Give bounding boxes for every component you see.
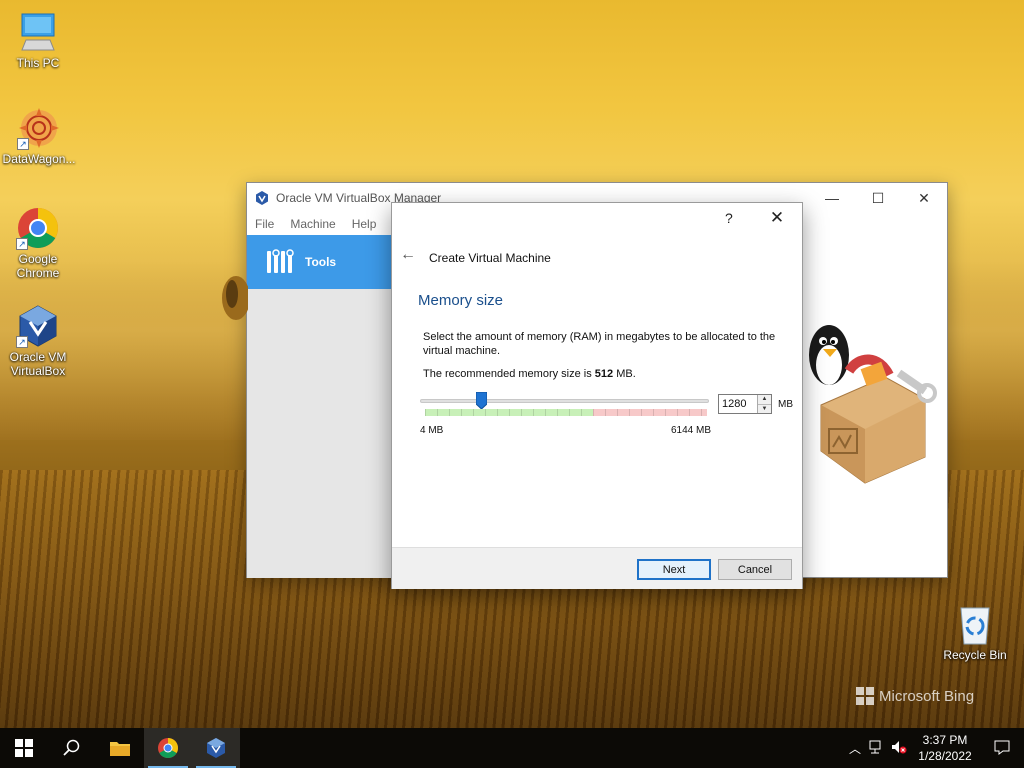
memory-input[interactable] <box>719 395 757 413</box>
network-icon[interactable] <box>866 740 888 757</box>
tools-icon <box>267 249 294 273</box>
minimize-icon[interactable]: — <box>809 183 855 213</box>
menu-help[interactable]: Help <box>352 217 377 231</box>
shortcut-arrow-icon: ↗ <box>16 336 28 348</box>
watermark-text: Microsoft Bing <box>879 687 975 705</box>
desktop-icon-recycle-bin[interactable]: Recycle Bin <box>937 602 1013 662</box>
windows-logo-icon <box>15 739 33 757</box>
desktop-icon-label: DataWagon... <box>2 152 76 166</box>
help-button[interactable]: ? <box>725 210 733 226</box>
spin-up-icon[interactable]: ▲ <box>758 395 771 404</box>
bing-logo-icon <box>856 687 874 705</box>
this-pc-icon <box>16 10 60 54</box>
bing-watermark: Microsoft Bing <box>856 687 974 705</box>
search-icon <box>63 739 80 756</box>
recycle-bin-icon <box>953 602 997 646</box>
slider-ticks <box>425 409 707 416</box>
taskbar-file-explorer[interactable] <box>96 728 144 768</box>
desktop-icon-this-pc[interactable]: This PC <box>0 10 76 70</box>
next-button[interactable]: Next <box>637 559 711 580</box>
clock-date: 1/28/2022 <box>918 749 972 763</box>
taskbar-clock[interactable]: 3:37 PM 1/28/2022 <box>910 732 980 764</box>
desktop-icon-label: Oracle VM VirtualBox <box>9 350 67 378</box>
desktop-icon-label: This PC <box>16 56 60 70</box>
taskbar-virtualbox[interactable] <box>192 728 240 768</box>
wallpaper-bird <box>222 276 248 320</box>
virtualbox-icon <box>207 738 225 758</box>
start-button[interactable] <box>0 728 48 768</box>
welcome-illustration <box>809 325 937 484</box>
folder-icon <box>110 742 130 756</box>
desktop-icon-label: Recycle Bin <box>943 648 1007 662</box>
chrome-icon <box>158 738 178 758</box>
shortcut-arrow-icon: ↗ <box>17 138 29 150</box>
spin-down-icon[interactable]: ▼ <box>758 403 771 413</box>
slider-track <box>420 399 709 403</box>
back-arrow-button[interactable]: ← <box>400 246 416 264</box>
desktop-icon-virtualbox[interactable]: ↗ Oracle VM VirtualBox <box>0 304 76 378</box>
sidebar-item-tools[interactable]: Tools <box>247 235 392 289</box>
virtualbox-icon: ↗ <box>16 304 60 348</box>
menu-file[interactable]: File <box>255 217 274 231</box>
page-description: Select the amount of memory (RAM) in meg… <box>423 331 776 357</box>
chrome-icon: ↗ <box>16 206 60 250</box>
desktop-icon-label: Google Chrome <box>16 252 60 280</box>
close-icon[interactable]: ✕ <box>901 183 947 213</box>
create-vm-dialog[interactable]: ? ✕ ← Create Virtual Machine Memory size… <box>391 202 803 589</box>
slider-max-label: 6144 MB <box>671 425 712 436</box>
cancel-button[interactable]: Cancel <box>718 559 792 580</box>
desktop-icon-datawagon[interactable]: ↗ DataWagon... <box>1 106 77 166</box>
machine-list-sidebar: Tools <box>247 235 392 578</box>
dialog-close-button[interactable]: ✕ <box>764 207 790 229</box>
memory-spinbox[interactable]: ▲ ▼ <box>718 394 772 414</box>
dialog-button-bar: Next Cancel <box>392 547 802 589</box>
slider-thumb[interactable] <box>476 392 488 409</box>
maximize-icon[interactable]: ☐ <box>855 183 901 213</box>
slider-min-label: 4 MB <box>420 425 444 436</box>
virtualbox-logo-icon <box>256 191 268 205</box>
volume-muted-icon[interactable] <box>888 740 910 757</box>
page-heading: Memory size <box>418 292 504 309</box>
chevron-up-icon[interactable]: ︿ <box>844 740 866 757</box>
taskbar: ︿ 3:37 PM 1/28/2022 <box>0 728 1024 768</box>
desktop-icon-google-chrome[interactable]: ↗ Google Chrome <box>0 206 76 280</box>
recommended-memory-value: 512 <box>594 368 614 380</box>
recommended-memory-text: The recommended memory size is 512 MB. <box>423 368 636 380</box>
memory-unit-label: MB <box>778 399 793 410</box>
datawagon-icon: ↗ <box>17 106 61 150</box>
shortcut-arrow-icon: ↗ <box>16 238 28 250</box>
clock-time: 3:37 PM <box>922 733 968 747</box>
notification-icon[interactable] <box>980 739 1024 758</box>
sidebar-item-label: Tools <box>305 255 337 269</box>
dialog-title: Create Virtual Machine <box>429 251 551 265</box>
memory-slider[interactable] <box>420 392 709 416</box>
system-tray: ︿ 3:37 PM 1/28/2022 <box>844 728 1024 768</box>
taskbar-google-chrome[interactable] <box>144 728 192 768</box>
search-button[interactable] <box>48 728 96 768</box>
menu-machine[interactable]: Machine <box>290 217 335 231</box>
